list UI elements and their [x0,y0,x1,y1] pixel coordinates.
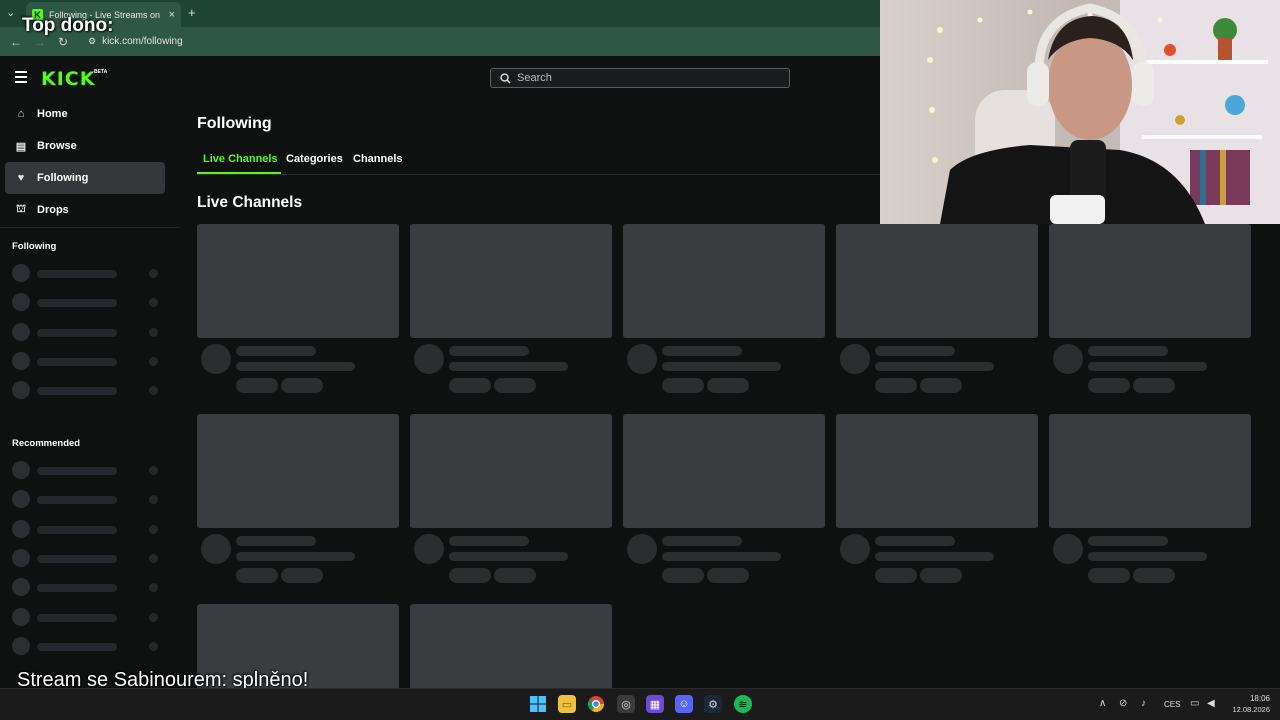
recommended-skeleton-row [12,520,162,538]
following-heading: Following [12,241,57,252]
following-skeleton-row [12,352,162,370]
search-icon [500,72,511,84]
kick-logo[interactable]: KICK [41,68,95,90]
volume-icon[interactable]: ◀ [1207,698,1215,709]
channel-card-skeleton[interactable] [410,414,612,589]
steam-icon[interactable]: ⚙ [704,695,722,713]
tray-hidden-icon[interactable]: ⊘ [1119,698,1127,709]
sidebar-item-home[interactable]: ⌂ Home [5,98,165,130]
sidebar-item-label: Following [37,172,89,184]
file-explorer-icon[interactable]: ▭ [558,695,576,713]
top-dono-overlay: Top dono: [22,15,114,36]
channel-card-skeleton[interactable] [836,414,1038,589]
forward-icon[interactable]: → [34,35,46,49]
channel-card-skeleton[interactable] [197,224,399,399]
home-icon: ⌂ [17,108,25,120]
url-text: kick.com/following [102,35,183,47]
tab-categories[interactable]: Categories [286,153,343,165]
network-icon[interactable]: ▭ [1190,698,1199,709]
drops-icon: ⛫ [15,203,27,215]
search-placeholder: Search [517,72,552,84]
tray-chevron-icon[interactable]: ∧ [1099,698,1106,709]
search-input[interactable]: Search [490,68,790,88]
channel-card-skeleton[interactable] [836,224,1038,399]
site-settings-icon[interactable]: ⚙ [88,36,96,47]
tab-close-icon[interactable]: × [169,9,175,21]
tab-channels[interactable]: Channels [353,153,403,165]
tab-live-channels[interactable]: Live Channels [203,153,278,165]
channel-card-skeleton[interactable] [1049,414,1251,589]
sidebar-item-label: Browse [37,140,77,152]
recommended-skeleton-row [12,461,162,479]
beta-badge: BETA [94,69,108,75]
recommended-skeleton-row [12,637,162,655]
recommended-heading: Recommended [12,438,81,449]
discord-icon[interactable]: ☺ [675,695,693,713]
heart-icon: ♥ [17,172,25,184]
webcam-overlay [880,0,1280,224]
tab-divider [197,174,880,175]
clock-date[interactable]: 12.08.2026 [1227,705,1270,714]
new-tab-icon[interactable]: + [188,5,196,20]
page-title: Following [197,115,272,132]
sidebar-item-label: Home [37,108,68,120]
sidebar-item-label: Drops [37,204,69,216]
channel-card-skeleton[interactable] [410,604,612,688]
chrome-icon[interactable] [587,695,605,713]
following-skeleton-row [12,264,162,282]
channel-card-skeleton[interactable] [197,414,399,589]
back-icon[interactable]: ← [10,35,22,49]
channel-card-skeleton[interactable] [1049,224,1251,399]
spotify-icon[interactable]: ≋ [734,695,752,713]
language-indicator[interactable]: CES [1164,700,1180,709]
channel-card-skeleton[interactable] [623,224,825,399]
sidebar-item-browse[interactable]: ▤ Browse [5,130,165,162]
browse-icon: ▤ [15,140,27,153]
following-skeleton-row [12,323,162,341]
recommended-skeleton-row [12,490,162,508]
obs-icon[interactable]: ◎ [617,695,635,713]
following-skeleton-row [12,381,162,399]
channel-card-skeleton[interactable] [623,414,825,589]
recommended-skeleton-row [12,578,162,596]
sidebar-divider [0,227,180,228]
reload-icon[interactable]: ↻ [58,35,68,49]
recommended-skeleton-row [12,608,162,626]
webcam-feed-image [880,0,1280,224]
microphone-icon[interactable]: ♪ [1141,698,1146,709]
menu-icon[interactable] [15,71,27,86]
tab-search-chevron-icon[interactable]: ⌄ [6,6,15,19]
windows-start-icon[interactable] [529,695,547,713]
recommended-skeleton-row [12,549,162,567]
channel-card-skeleton[interactable] [410,224,612,399]
following-skeleton-row [12,293,162,311]
clock-time[interactable]: 18:06 [1245,694,1270,703]
section-title: Live Channels [197,194,303,211]
sidebar-item-drops[interactable]: ⛫ Drops [5,194,165,226]
taskbar [0,688,1280,720]
app-grid-icon[interactable]: ▦ [646,695,664,713]
sidebar-item-following[interactable]: ♥ Following [5,162,165,194]
